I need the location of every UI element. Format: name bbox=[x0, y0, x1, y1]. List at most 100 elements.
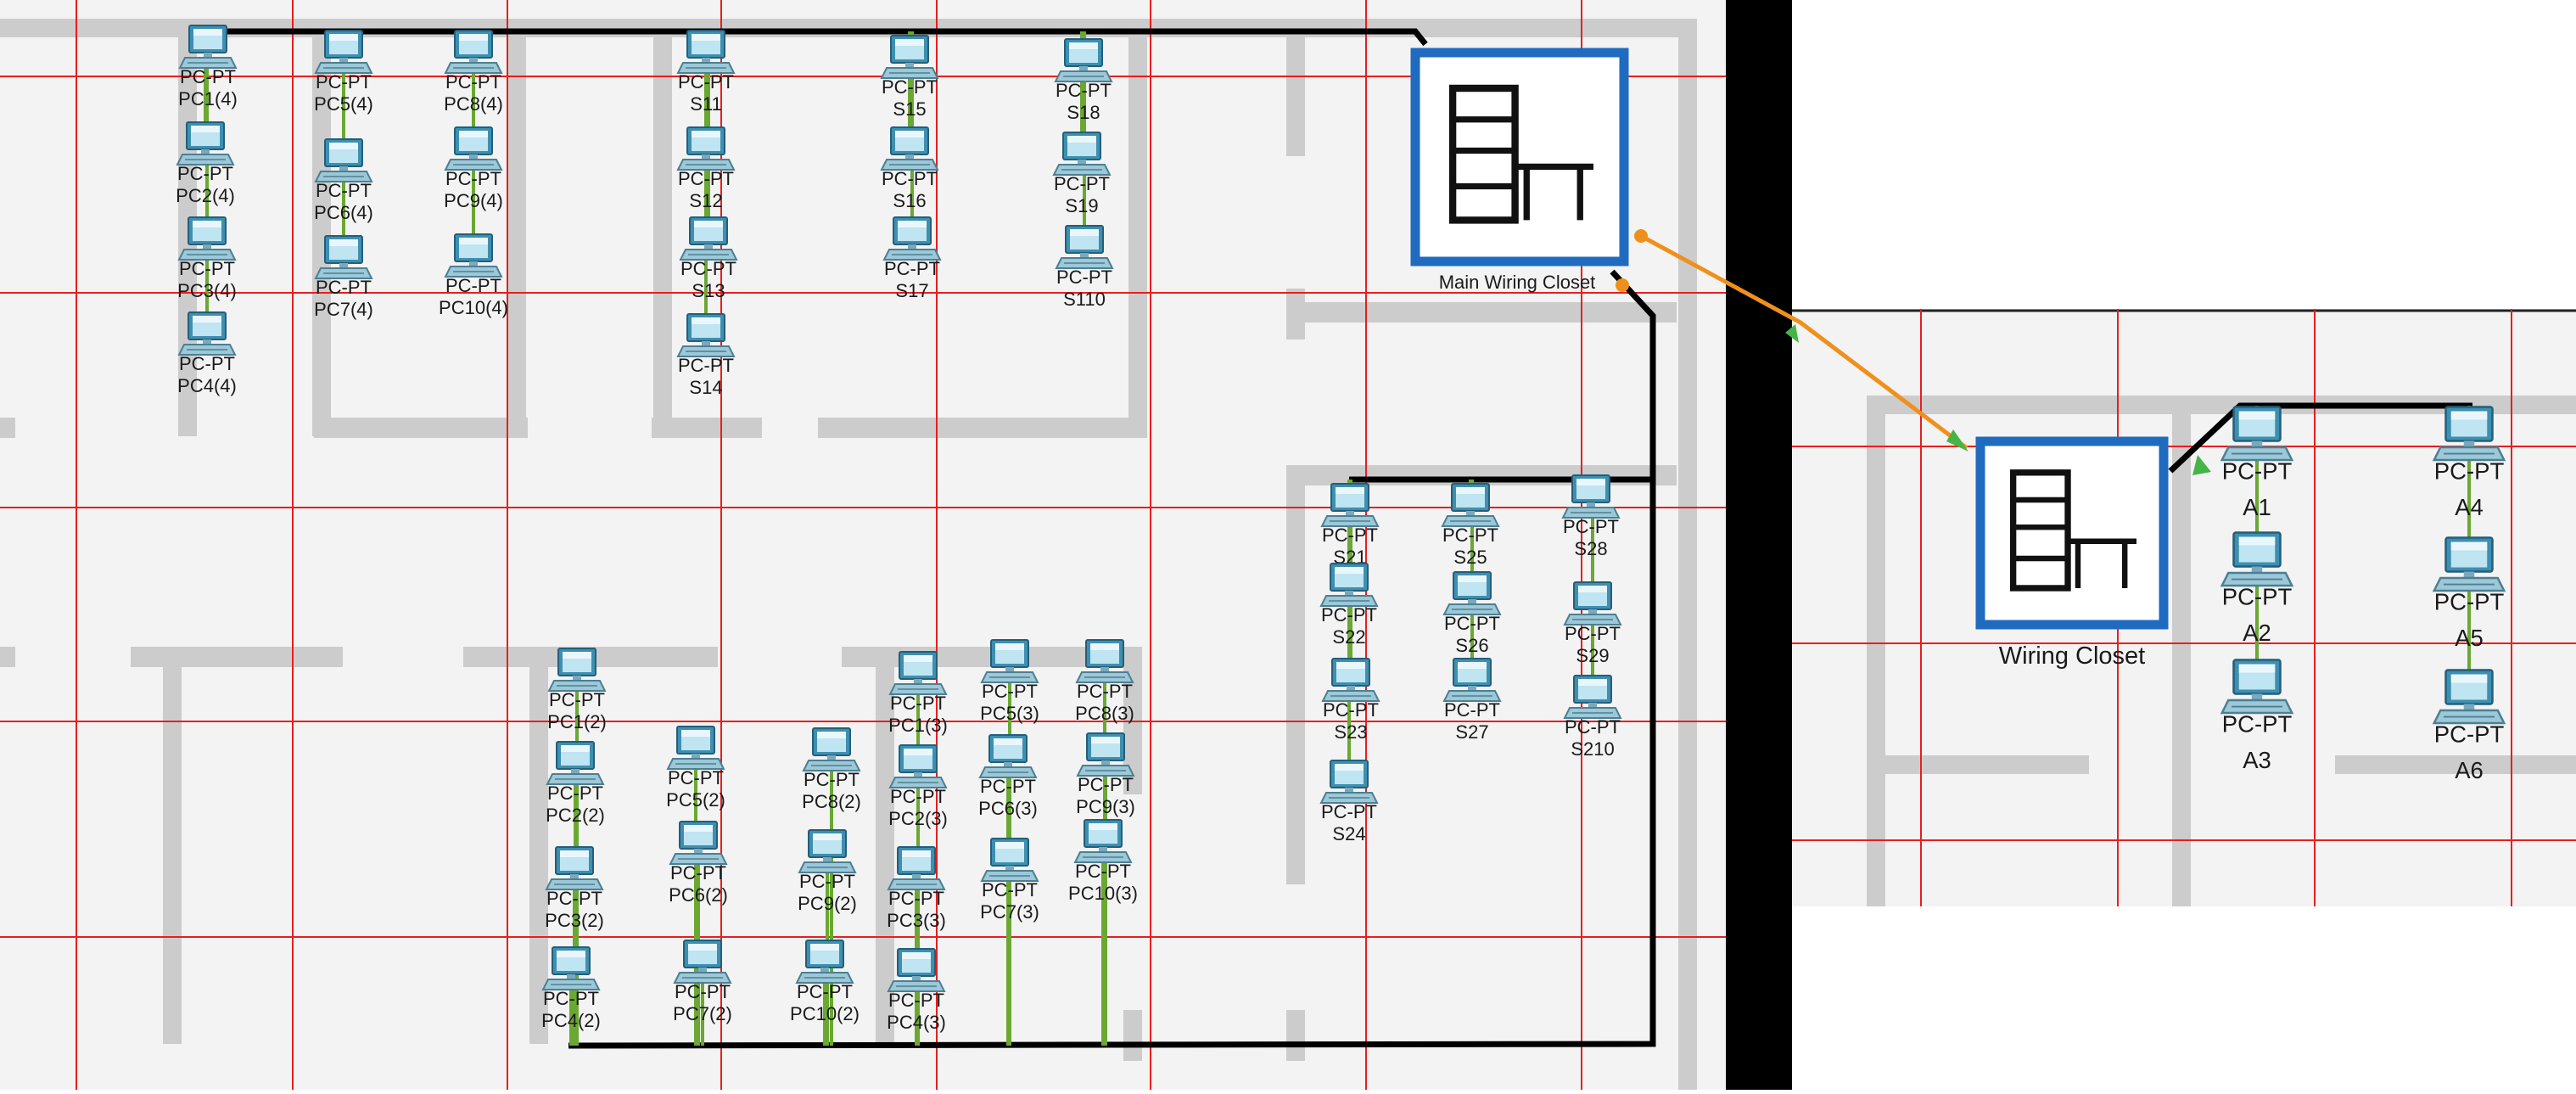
pc-name-label: PC2(2) bbox=[546, 805, 605, 826]
pc-name-label: S12 bbox=[689, 190, 722, 211]
pc-type-label: PC-PT bbox=[888, 990, 944, 1011]
pc-type-label: PC-PT bbox=[2434, 721, 2505, 748]
pc-type-label: PC-PT bbox=[543, 988, 599, 1009]
pc-type-label: PC-PT bbox=[1054, 173, 1110, 194]
pc-type-label: PC-PT bbox=[678, 71, 734, 93]
pc-name-label: A2 bbox=[2243, 620, 2271, 646]
pc-type-label: PC-PT bbox=[804, 769, 860, 790]
panel-divider bbox=[1726, 0, 1792, 1090]
pc-type-label: PC-PT bbox=[316, 277, 372, 298]
pc-name-label: PC1(4) bbox=[178, 88, 238, 109]
pc-type-label: PC-PT bbox=[1565, 716, 1621, 738]
pc-name-label: PC3(2) bbox=[545, 910, 604, 931]
pc-name-label: PC8(3) bbox=[1075, 703, 1134, 724]
pc-name-label: S24 bbox=[1332, 823, 1365, 844]
pc-type-label: PC-PT bbox=[890, 693, 946, 714]
pc-name-label: S14 bbox=[689, 377, 722, 398]
pc-name-label: S210 bbox=[1571, 738, 1614, 760]
pc-name-label: PC10(4) bbox=[439, 297, 508, 318]
pc-type-label: PC-PT bbox=[1078, 774, 1134, 795]
pc-type-label: PC-PT bbox=[799, 871, 855, 892]
pc-name-label: PC4(3) bbox=[887, 1012, 946, 1033]
pc-name-label: PC1(3) bbox=[888, 715, 948, 736]
pc-name-label: S28 bbox=[1574, 538, 1607, 559]
wiring-closet-label: Wiring Closet bbox=[1999, 642, 2145, 670]
pc-name-label: PC6(3) bbox=[978, 798, 1038, 819]
pc-name-label: PC6(4) bbox=[314, 202, 373, 223]
pc-name-label: S11 bbox=[690, 93, 722, 115]
pc-type-label: PC-PT bbox=[884, 258, 940, 279]
pc-type-label: PC-PT bbox=[1442, 525, 1498, 546]
pc-name-label: S17 bbox=[895, 280, 928, 301]
pc-type-label: PC-PT bbox=[180, 66, 236, 87]
pc-type-label: PC-PT bbox=[678, 168, 734, 189]
pc-name-label: A5 bbox=[2455, 625, 2484, 651]
pc-name-label: S16 bbox=[893, 190, 926, 211]
pc-name-label: S13 bbox=[692, 280, 725, 301]
pc-name-label: A4 bbox=[2455, 494, 2484, 520]
pc-name-label: A6 bbox=[2455, 757, 2484, 783]
pc-name-label: A1 bbox=[2243, 494, 2271, 520]
pc-type-label: PC-PT bbox=[882, 168, 938, 189]
pc-type-label: PC-PT bbox=[549, 689, 605, 710]
pc-name-label: S110 bbox=[1063, 289, 1106, 310]
pc-name-label: PC10(2) bbox=[790, 1003, 860, 1024]
pc-type-label: PC-PT bbox=[1563, 516, 1619, 537]
workspace-canvas[interactable]: PC-PTPC1(4)PC-PTPC2(4)PC-PTPC3(4)PC-PTPC… bbox=[0, 0, 2576, 1090]
pc-type-label: PC-PT bbox=[2222, 584, 2293, 610]
pc-name-label: S25 bbox=[1453, 547, 1487, 568]
pc-type-label: PC-PT bbox=[179, 353, 235, 374]
pc-name-label: PC2(4) bbox=[176, 185, 235, 206]
pc-name-label: PC9(4) bbox=[444, 190, 503, 211]
pc-name-label: PC8(2) bbox=[802, 791, 861, 812]
pc-name-label: PC3(3) bbox=[887, 910, 946, 931]
pc-type-label: PC-PT bbox=[888, 888, 944, 909]
pc-name-label: PC1(2) bbox=[547, 711, 607, 732]
pc-type-label: PC-PT bbox=[2222, 458, 2293, 485]
pc-type-label: PC-PT bbox=[1322, 525, 1378, 546]
pc-type-label: PC-PT bbox=[680, 258, 736, 279]
pc-name-label: PC10(3) bbox=[1068, 883, 1138, 904]
pc-name-label: PC5(2) bbox=[666, 789, 725, 811]
pc-name-label: PC4(2) bbox=[541, 1010, 601, 1031]
pc-type-label: PC-PT bbox=[177, 163, 233, 184]
pc-type-label: PC-PT bbox=[2434, 458, 2505, 485]
pc-type-label: PC-PT bbox=[982, 681, 1038, 702]
pc-type-label: PC-PT bbox=[316, 180, 372, 201]
pc-name-label: PC8(4) bbox=[444, 93, 503, 115]
pc-type-label: PC-PT bbox=[1565, 623, 1621, 644]
pc-name-label: PC7(4) bbox=[314, 299, 373, 320]
pc-name-label: PC7(2) bbox=[673, 1003, 732, 1024]
pc-type-label: PC-PT bbox=[1444, 699, 1500, 721]
pc-name-label: S18 bbox=[1067, 102, 1100, 123]
pc-type-label: PC-PT bbox=[2434, 589, 2505, 615]
pc-name-label: PC5(4) bbox=[314, 93, 373, 115]
pc-type-label: PC-PT bbox=[547, 783, 603, 804]
pc-type-label: PC-PT bbox=[445, 71, 501, 93]
pc-type-label: PC-PT bbox=[2222, 711, 2293, 738]
pc-name-label: PC9(2) bbox=[798, 893, 857, 914]
pc-type-label: PC-PT bbox=[882, 76, 938, 98]
pc-type-label: PC-PT bbox=[179, 258, 235, 279]
pc-type-label: PC-PT bbox=[982, 879, 1038, 900]
pc-type-label: PC-PT bbox=[668, 767, 724, 788]
pc-name-label: S22 bbox=[1332, 626, 1365, 648]
pc-type-label: PC-PT bbox=[1321, 604, 1377, 626]
pc-name-label: S27 bbox=[1455, 721, 1488, 743]
pc-name-label: PC6(2) bbox=[669, 884, 728, 906]
pc-name-label: S19 bbox=[1065, 195, 1098, 216]
pc-type-label: PC-PT bbox=[1056, 266, 1112, 288]
pc-name-label: PC7(3) bbox=[980, 901, 1039, 923]
pc-name-label: S23 bbox=[1334, 721, 1367, 743]
pc-name-label: PC9(3) bbox=[1076, 796, 1135, 817]
pc-type-label: PC-PT bbox=[546, 888, 602, 909]
pc-type-label: PC-PT bbox=[1323, 699, 1379, 721]
pc-type-label: PC-PT bbox=[797, 981, 853, 1002]
pc-name-label: PC3(4) bbox=[177, 280, 237, 301]
main-wiring-closet[interactable]: Main Wiring Closet bbox=[1410, 48, 1629, 293]
pc-name-label: S15 bbox=[893, 98, 926, 120]
pc-type-label: PC-PT bbox=[316, 71, 372, 93]
pc-name-label: S26 bbox=[1455, 635, 1488, 656]
pc-type-label: PC-PT bbox=[980, 776, 1036, 797]
pc-type-label: PC-PT bbox=[445, 275, 501, 296]
